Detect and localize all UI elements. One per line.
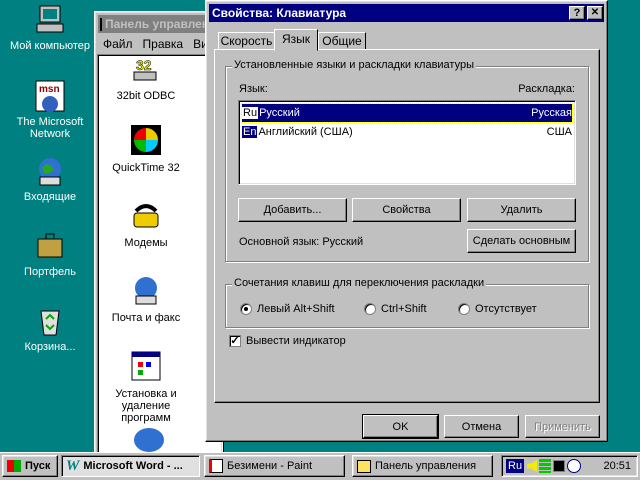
system-tray: Ru 20:51	[501, 455, 638, 477]
desktop-icon-inbox[interactable]: Входящие	[5, 155, 95, 203]
briefcase-icon	[34, 230, 66, 262]
lang-code-badge: Ru	[242, 107, 259, 119]
volume-icon[interactable]	[527, 460, 538, 472]
dialog-titlebar[interactable]: Свойства: Клавиатура ? ✕	[209, 4, 604, 22]
globe-icon	[134, 428, 164, 452]
odbc-icon: 32	[130, 52, 162, 84]
lang-code-badge: En	[242, 126, 258, 138]
paint-icon	[209, 459, 223, 473]
task-word[interactable]: W Microsoft Word - ...	[61, 455, 200, 477]
svg-text:32: 32	[136, 57, 152, 73]
radio-ctrl-shift[interactable]: Ctrl+Shift	[364, 303, 427, 315]
menu-bar: Файл Правка Ви	[103, 37, 208, 51]
desktop-icon-msn[interactable]: msn The Microsoft Network	[5, 80, 95, 140]
mail-globe-icon	[130, 274, 162, 306]
scheduler-icon[interactable]	[567, 459, 582, 473]
desktop-icon-briefcase[interactable]: Портфель	[5, 230, 95, 278]
desktop-icon-recycle-bin[interactable]: Корзина...	[5, 305, 95, 353]
default-language-value: Русский	[322, 236, 364, 248]
language-indicator[interactable]: Ru	[506, 459, 525, 473]
quicktime-icon	[130, 124, 162, 156]
start-button[interactable]: Пуск	[2, 455, 58, 477]
show-indicator-checkbox[interactable]: ✓ Вывести индикатор	[229, 335, 346, 347]
tab-speed[interactable]: Скорость	[218, 32, 275, 50]
tab-language[interactable]: Язык	[274, 29, 318, 51]
add-remove-programs-icon	[130, 350, 162, 382]
tab-panel: Установленные языки и раскладки клавиату…	[214, 49, 600, 403]
radio-none[interactable]: Отсутствует	[458, 303, 537, 315]
menu-file[interactable]: Файл	[103, 37, 133, 51]
layout-column-label: Раскладка:	[518, 83, 575, 95]
desktop-icon-label: Портфель	[24, 266, 76, 278]
radio-left-alt-shift[interactable]: Левый Alt+Shift	[240, 303, 335, 315]
network-icon[interactable]	[539, 459, 552, 473]
desktop-icon-label: Корзина...	[24, 341, 76, 353]
cp-item-odbc[interactable]: 32 32bit ODBC	[96, 52, 196, 102]
properties-button[interactable]: Свойства	[352, 198, 461, 222]
cp-item-modems[interactable]: Модемы	[96, 199, 196, 249]
control-panel-titlebar[interactable]: Панель управления	[98, 15, 223, 33]
monitor-icon[interactable]	[553, 460, 566, 472]
control-panel-icon	[357, 459, 371, 473]
help-button[interactable]: ?	[569, 6, 585, 20]
cp-item-quicktime[interactable]: QuickTime 32	[96, 124, 196, 174]
dialog-title: Свойства: Клавиатура	[212, 6, 347, 20]
apply-button[interactable]: Применить	[525, 415, 600, 438]
clock[interactable]: 20:51	[603, 460, 631, 472]
msn-icon: msn	[34, 80, 66, 112]
switch-shortcut-group: Сочетания клавиш для переключения раскла…	[225, 277, 589, 328]
set-default-button[interactable]: Сделать основным	[467, 229, 576, 253]
language-list[interactable]: Ru Русский Русская En Английский (США) С…	[238, 100, 576, 185]
language-column-label: Язык:	[239, 83, 268, 95]
task-paint[interactable]: Безимени - Paint	[204, 455, 345, 477]
remove-button[interactable]: Удалить	[467, 198, 576, 222]
default-language-label: Основной язык: Русский	[239, 236, 364, 248]
menu-edit[interactable]: Правка	[143, 37, 184, 51]
desktop-icon-label: The Microsoft Network	[16, 116, 84, 140]
word-icon: W	[66, 457, 80, 474]
add-button[interactable]: Добавить...	[238, 198, 347, 222]
desktop-icon-label: Входящие	[23, 191, 77, 203]
cp-item-mail-fax[interactable]: Почта и факс	[96, 274, 196, 324]
close-button[interactable]: ✕	[587, 6, 603, 20]
modem-phone-icon	[130, 199, 162, 231]
svg-text:msn: msn	[39, 84, 60, 95]
tab-general[interactable]: Общие	[318, 32, 366, 50]
cancel-button[interactable]: Отмена	[444, 415, 519, 438]
ok-button[interactable]: OK	[362, 414, 439, 439]
task-control-panel[interactable]: Панель управления	[352, 455, 493, 477]
keyboard-properties-dialog: Свойства: Клавиатура ? ✕ Скорость Язык О…	[205, 0, 608, 442]
desktop-icon-my-computer[interactable]: Мой компьютер	[5, 4, 95, 52]
installed-languages-group: Установленные языки и раскладки клавиату…	[225, 59, 589, 262]
recycle-bin-icon	[34, 305, 66, 337]
my-computer-icon	[34, 4, 66, 36]
inbox-icon	[34, 155, 66, 187]
desktop-icon-label: Мой компьютер	[9, 40, 91, 52]
language-row-en[interactable]: En Английский (США) США	[242, 122, 572, 142]
checkbox-checked-icon: ✓	[229, 335, 241, 347]
control-panel-icon	[100, 17, 102, 31]
cp-item-add-remove[interactable]: Установка и удаление программ	[96, 350, 196, 424]
windows-logo-icon	[7, 460, 21, 472]
language-row-ru[interactable]: Ru Русский Русская	[241, 103, 573, 123]
